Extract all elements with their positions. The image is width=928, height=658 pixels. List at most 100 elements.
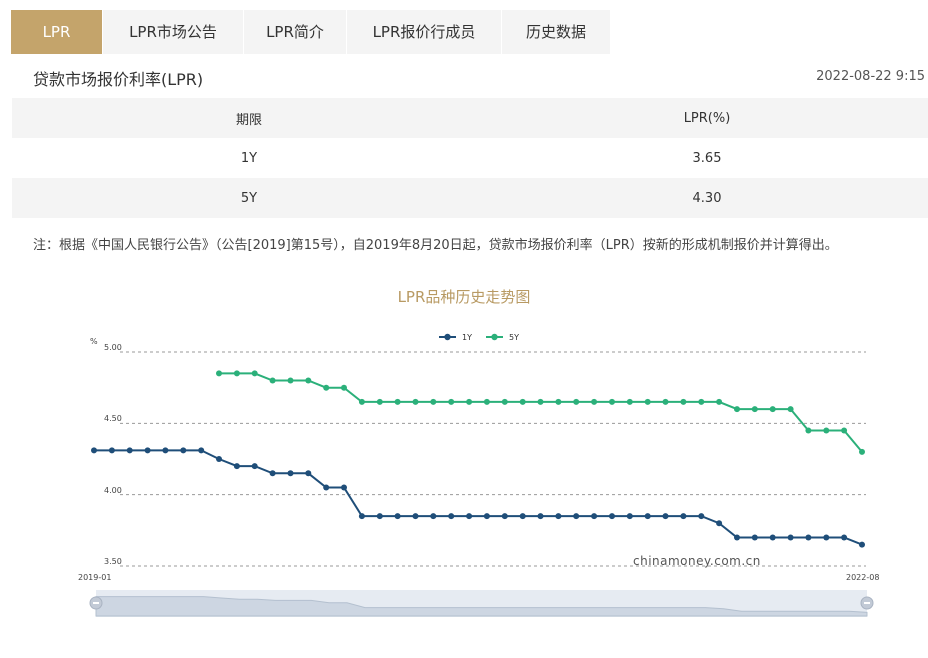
data-point-5y[interactable] bbox=[376, 398, 383, 405]
data-point-5y[interactable] bbox=[626, 398, 633, 405]
data-point-5y[interactable] bbox=[341, 384, 347, 391]
data-point-1y[interactable] bbox=[841, 534, 848, 541]
data-point-1y[interactable] bbox=[537, 513, 544, 520]
data-point-1y[interactable] bbox=[358, 513, 365, 520]
data-point-1y[interactable] bbox=[341, 484, 347, 491]
y-tick-label: 4.50 bbox=[104, 414, 122, 423]
data-point-1y[interactable] bbox=[769, 534, 776, 541]
data-point-5y[interactable] bbox=[841, 427, 848, 434]
data-point-1y[interactable] bbox=[305, 470, 312, 477]
y-tick-label: 3.50 bbox=[104, 557, 122, 566]
data-point-5y[interactable] bbox=[805, 427, 812, 434]
data-point-1y[interactable] bbox=[859, 541, 865, 548]
data-point-1y[interactable] bbox=[591, 513, 598, 520]
data-point-1y[interactable] bbox=[269, 470, 276, 477]
data-point-5y[interactable] bbox=[573, 398, 580, 405]
y-tick-label: 5.00 bbox=[104, 343, 122, 352]
data-point-5y[interactable] bbox=[466, 398, 473, 405]
data-point-5y[interactable] bbox=[430, 398, 437, 405]
data-point-5y[interactable] bbox=[483, 398, 490, 405]
data-point-5y[interactable] bbox=[823, 427, 830, 434]
chart-legend: 1Y 5Y bbox=[439, 333, 519, 342]
data-point-5y[interactable] bbox=[859, 448, 865, 455]
data-point-5y[interactable] bbox=[412, 398, 419, 405]
data-point-5y[interactable] bbox=[644, 398, 651, 405]
data-point-1y[interactable] bbox=[394, 513, 401, 520]
data-point-1y[interactable] bbox=[805, 534, 812, 541]
data-point-1y[interactable] bbox=[198, 447, 205, 454]
handle-grip-icon bbox=[93, 602, 99, 604]
data-point-1y[interactable] bbox=[180, 447, 187, 454]
data-point-5y[interactable] bbox=[287, 377, 294, 384]
data-point-5y[interactable] bbox=[323, 384, 330, 391]
chart-grid bbox=[120, 351, 866, 567]
x-tick-label: 2019-01 bbox=[78, 573, 111, 582]
data-point-1y[interactable] bbox=[734, 534, 740, 541]
series-line-5y bbox=[219, 372, 863, 453]
data-point-1y[interactable] bbox=[573, 513, 580, 520]
data-point-5y[interactable] bbox=[216, 370, 222, 377]
data-point-5y[interactable] bbox=[269, 377, 276, 384]
data-point-5y[interactable] bbox=[787, 406, 794, 413]
legend-item-5y[interactable]: 5Y bbox=[486, 333, 519, 342]
lpr-history-chart: % 5.00 4.50 4.00 3.50 2019-01 2022-08 1Y… bbox=[78, 333, 879, 617]
data-point-5y[interactable] bbox=[555, 398, 562, 405]
data-point-1y[interactable] bbox=[626, 513, 633, 520]
data-point-5y[interactable] bbox=[591, 398, 598, 405]
data-point-1y[interactable] bbox=[91, 447, 97, 454]
legend-item-1y[interactable]: 1Y bbox=[439, 333, 472, 342]
data-point-1y[interactable] bbox=[108, 447, 115, 454]
data-point-1y[interactable] bbox=[662, 513, 669, 520]
data-point-1y[interactable] bbox=[751, 534, 758, 541]
data-point-5y[interactable] bbox=[501, 398, 508, 405]
data-point-1y[interactable] bbox=[698, 513, 705, 520]
data-point-1y[interactable] bbox=[430, 513, 437, 520]
data-point-5y[interactable] bbox=[448, 398, 455, 405]
data-point-1y[interactable] bbox=[680, 513, 687, 520]
data-point-1y[interactable] bbox=[216, 456, 222, 462]
data-point-5y[interactable] bbox=[609, 398, 615, 405]
data-point-5y[interactable] bbox=[233, 370, 240, 377]
data-point-5y[interactable] bbox=[716, 398, 723, 405]
y-tick-label: 4.00 bbox=[104, 486, 122, 495]
data-point-1y[interactable] bbox=[376, 513, 383, 520]
data-point-5y[interactable] bbox=[680, 398, 687, 405]
data-point-5y[interactable] bbox=[662, 398, 669, 405]
data-point-1y[interactable] bbox=[716, 520, 723, 527]
data-point-5y[interactable] bbox=[537, 398, 544, 405]
data-point-1y[interactable] bbox=[162, 447, 169, 454]
data-point-1y[interactable] bbox=[519, 513, 526, 520]
legend-label: 5Y bbox=[509, 333, 519, 342]
data-point-1y[interactable] bbox=[448, 513, 455, 520]
zoom-slider[interactable] bbox=[89, 590, 874, 617]
data-point-1y[interactable] bbox=[501, 513, 508, 520]
data-point-1y[interactable] bbox=[787, 534, 794, 541]
data-point-5y[interactable] bbox=[251, 370, 258, 377]
data-point-5y[interactable] bbox=[698, 398, 705, 405]
data-point-1y[interactable] bbox=[609, 513, 615, 520]
data-point-1y[interactable] bbox=[126, 447, 133, 454]
data-point-1y[interactable] bbox=[555, 513, 562, 520]
data-point-5y[interactable] bbox=[394, 398, 401, 405]
data-point-1y[interactable] bbox=[323, 484, 330, 491]
data-point-5y[interactable] bbox=[769, 406, 776, 413]
data-point-1y[interactable] bbox=[644, 513, 651, 520]
data-point-5y[interactable] bbox=[358, 398, 365, 405]
legend-label: 1Y bbox=[462, 333, 472, 342]
chart-axes: % 5.00 4.50 4.00 3.50 2019-01 2022-08 bbox=[78, 337, 879, 582]
data-point-5y[interactable] bbox=[734, 406, 740, 413]
data-point-1y[interactable] bbox=[483, 513, 490, 520]
data-point-1y[interactable] bbox=[144, 447, 151, 454]
data-point-1y[interactable] bbox=[251, 463, 258, 470]
data-point-1y[interactable] bbox=[287, 470, 294, 477]
y-axis-unit: % bbox=[90, 337, 98, 346]
data-point-1y[interactable] bbox=[412, 513, 419, 520]
data-point-5y[interactable] bbox=[305, 377, 312, 384]
data-point-5y[interactable] bbox=[751, 406, 758, 413]
data-point-1y[interactable] bbox=[466, 513, 473, 520]
data-point-1y[interactable] bbox=[823, 534, 830, 541]
data-point-5y[interactable] bbox=[519, 398, 526, 405]
x-tick-label: 2022-08 bbox=[846, 573, 879, 582]
chart-series bbox=[91, 370, 865, 548]
data-point-1y[interactable] bbox=[233, 463, 240, 470]
